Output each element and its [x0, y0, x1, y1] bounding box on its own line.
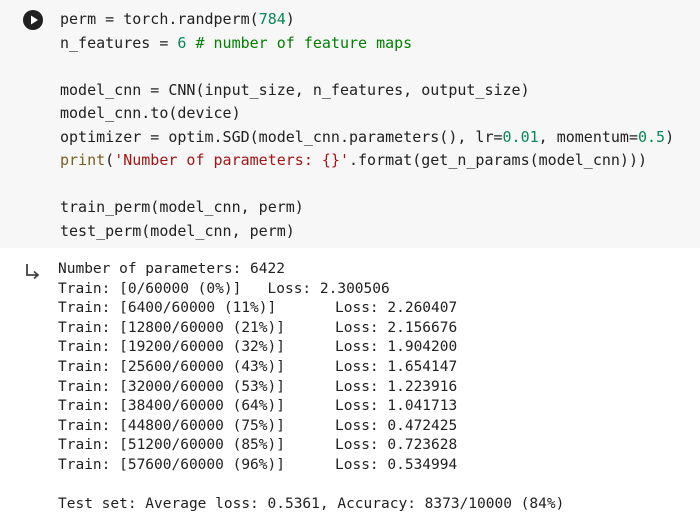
output-arrow-icon[interactable]: [24, 262, 42, 280]
train-line: Train: [12800/60000 (21%)] Loss: 2.156676: [58, 319, 458, 336]
code-line-2: n_features = 6 # number of feature maps: [60, 33, 413, 52]
train-line: Train: [51200/60000 (85%)] Loss: 0.723628: [58, 437, 458, 454]
code-line-1: perm = torch.randperm(784): [60, 10, 295, 28]
code-line-4: model_cnn.to(device): [60, 104, 241, 122]
cell-output: Number of parameters: 6422 Train: [0/6000…: [58, 260, 564, 515]
run-cell-button[interactable]: [23, 10, 43, 30]
code-line-6: print('Number of parameters: {}'.format(…: [60, 151, 648, 169]
train-line: Train: [6400/60000 (11%)] Loss: 2.260407: [58, 300, 458, 317]
code-line-3: model_cnn = CNN(input_size, n_features, …: [60, 80, 530, 99]
train-line-first: Train: [0/60000 (0%)] Loss: 2.300506: [58, 280, 390, 297]
code-line-7: train_perm(model_cnn, perm): [60, 198, 304, 216]
train-line: Train: [44800/60000 (75%)] Loss: 0.472425: [58, 417, 458, 434]
train-line: Train: [32000/60000 (53%)] Loss: 1.223916: [58, 378, 458, 395]
params-line: Number of parameters: 6422: [58, 261, 285, 277]
code-editor[interactable]: perm = torch.randperm(784) n_features = 6…: [60, 8, 674, 243]
train-line: Train: [19200/60000 (32%)] Loss: 1.904200: [58, 339, 458, 356]
code-line-8: test_perm(model_cnn, perm): [60, 221, 295, 240]
play-icon: [31, 15, 38, 25]
train-line: Train: [57600/60000 (96%)] Loss: 0.534994: [58, 456, 458, 473]
test-result-line: Test set: Average loss: 0.5361, Accuracy…: [58, 496, 565, 513]
code-line-5: optimizer = optim.SGD(model_cnn.paramete…: [60, 127, 675, 146]
code-cell[interactable]: perm = torch.randperm(784) n_features = 6…: [0, 0, 700, 248]
train-line: Train: [25600/60000 (43%)] Loss: 1.654147: [58, 358, 458, 375]
train-line: Train: [38400/60000 (64%)] Loss: 1.041713: [58, 398, 458, 415]
